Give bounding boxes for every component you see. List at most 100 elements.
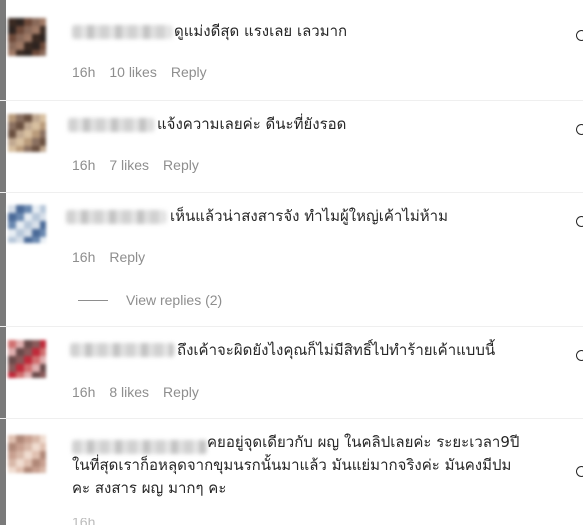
avatar-pixel — [40, 205, 46, 213]
avatar[interactable] — [8, 114, 46, 152]
commenter-name-blurred[interactable] — [66, 210, 166, 224]
avatar-pixel — [40, 356, 46, 364]
scroll-edge-bar — [0, 0, 6, 525]
comment-meta: 16h 10 likes Reply — [72, 64, 207, 80]
avatar-pixel — [32, 34, 40, 42]
avatar-pixel — [16, 467, 24, 473]
avatar-pixel — [32, 130, 40, 138]
avatar-pixel — [32, 237, 40, 243]
avatar-pixel — [40, 435, 46, 443]
avatar-pixel — [24, 459, 32, 467]
like-heart-icon[interactable] — [576, 124, 583, 135]
avatar-pixel — [24, 26, 32, 34]
avatar-pixel — [8, 435, 16, 443]
comment-time: 16h — [72, 384, 96, 400]
commenter-name-blurred[interactable] — [72, 25, 172, 39]
avatar-pixel — [40, 221, 46, 229]
avatar-pixel — [32, 221, 40, 229]
avatar-pixel — [40, 364, 46, 372]
comment-time: 16h — [72, 157, 96, 173]
avatar-pixel — [8, 18, 16, 26]
avatar-pixel — [16, 348, 24, 356]
avatar-pixel — [40, 459, 46, 467]
avatar-pixel — [24, 451, 32, 459]
avatar-pixel — [16, 130, 24, 138]
avatar-pixel — [8, 122, 16, 130]
avatar-pixel — [40, 130, 46, 138]
avatar-pixel — [8, 213, 16, 221]
avatar-pixel — [24, 34, 32, 42]
avatar-pixel — [16, 18, 24, 26]
avatar-pixel — [16, 122, 24, 130]
like-heart-icon[interactable] — [576, 466, 583, 477]
avatar-pixel — [16, 443, 24, 451]
like-heart-icon[interactable] — [576, 216, 583, 227]
avatar-pixel — [40, 237, 46, 243]
avatar-pixel — [8, 467, 16, 473]
view-replies-label[interactable]: View replies (2) — [126, 292, 222, 308]
avatar-pixel — [32, 443, 40, 451]
avatar-pixel — [16, 34, 24, 42]
avatar-pixel — [32, 122, 40, 130]
reply-button[interactable]: Reply — [171, 64, 207, 80]
avatar[interactable] — [8, 435, 46, 473]
avatar-pixel — [40, 42, 46, 50]
avatar-pixel — [24, 221, 32, 229]
avatar-pixel — [32, 50, 40, 56]
avatar-pixel — [16, 340, 24, 348]
comment-meta-partial: 16h — [72, 518, 95, 525]
avatar-pixel — [24, 18, 32, 26]
avatar[interactable] — [8, 18, 46, 56]
avatar-pixel — [32, 213, 40, 221]
avatar-pixel — [16, 26, 24, 34]
commenter-name-blurred[interactable] — [70, 343, 174, 357]
avatar-pixel — [16, 364, 24, 372]
avatar-pixel — [32, 26, 40, 34]
comment-text: คยอยู่จุดเดียวกับ ผญ ในคลิปเลยค่ะ ระยะเว… — [72, 433, 520, 497]
avatar-pixel — [24, 467, 32, 473]
avatar-pixel — [32, 114, 40, 122]
avatar[interactable] — [8, 205, 46, 243]
avatar-pixel — [16, 205, 24, 213]
avatar-pixel — [8, 459, 16, 467]
avatar-pixel — [40, 340, 46, 348]
avatar-pixel — [16, 356, 24, 364]
reply-button[interactable]: Reply — [109, 249, 145, 265]
avatar[interactable] — [8, 340, 46, 378]
avatar-pixel — [40, 467, 46, 473]
reply-button[interactable]: Reply — [163, 384, 199, 400]
avatar-pixel — [16, 42, 24, 50]
avatar-pixel — [8, 50, 16, 56]
avatar-pixel — [16, 459, 24, 467]
avatar-pixel — [24, 372, 32, 378]
avatar-pixel — [24, 130, 32, 138]
likes-count[interactable]: 7 likes — [109, 157, 149, 173]
avatar-pixel — [8, 348, 16, 356]
avatar-pixel — [24, 50, 32, 56]
reply-button[interactable]: Reply — [163, 157, 199, 173]
comment-divider — [0, 100, 583, 101]
avatar-pixel — [32, 42, 40, 50]
comment-text: ดูแม่งดีสุด แรงเลย เลวมาก — [174, 22, 348, 40]
avatar-pixel — [24, 122, 32, 130]
avatar-pixel — [24, 213, 32, 221]
commenter-name-blurred[interactable] — [68, 118, 154, 132]
view-replies-button[interactable]: View replies (2) — [78, 292, 222, 308]
avatar-pixel — [8, 340, 16, 348]
avatar-pixel — [24, 138, 32, 146]
like-heart-icon[interactable] — [576, 350, 583, 361]
avatar-pixel — [40, 26, 46, 34]
avatar-pixel — [32, 435, 40, 443]
likes-count[interactable]: 10 likes — [109, 64, 156, 80]
avatar-pixel — [32, 372, 40, 378]
likes-count[interactable]: 8 likes — [109, 384, 149, 400]
avatar-pixel — [24, 42, 32, 50]
avatar-pixel — [24, 356, 32, 364]
view-replies-line — [78, 299, 108, 301]
avatar-pixel — [32, 205, 40, 213]
like-heart-icon[interactable] — [576, 30, 583, 41]
avatar-pixel — [40, 50, 46, 56]
avatar-pixel — [32, 364, 40, 372]
comment-meta: 16h 7 likes Reply — [72, 157, 199, 173]
avatar-pixel — [40, 114, 46, 122]
